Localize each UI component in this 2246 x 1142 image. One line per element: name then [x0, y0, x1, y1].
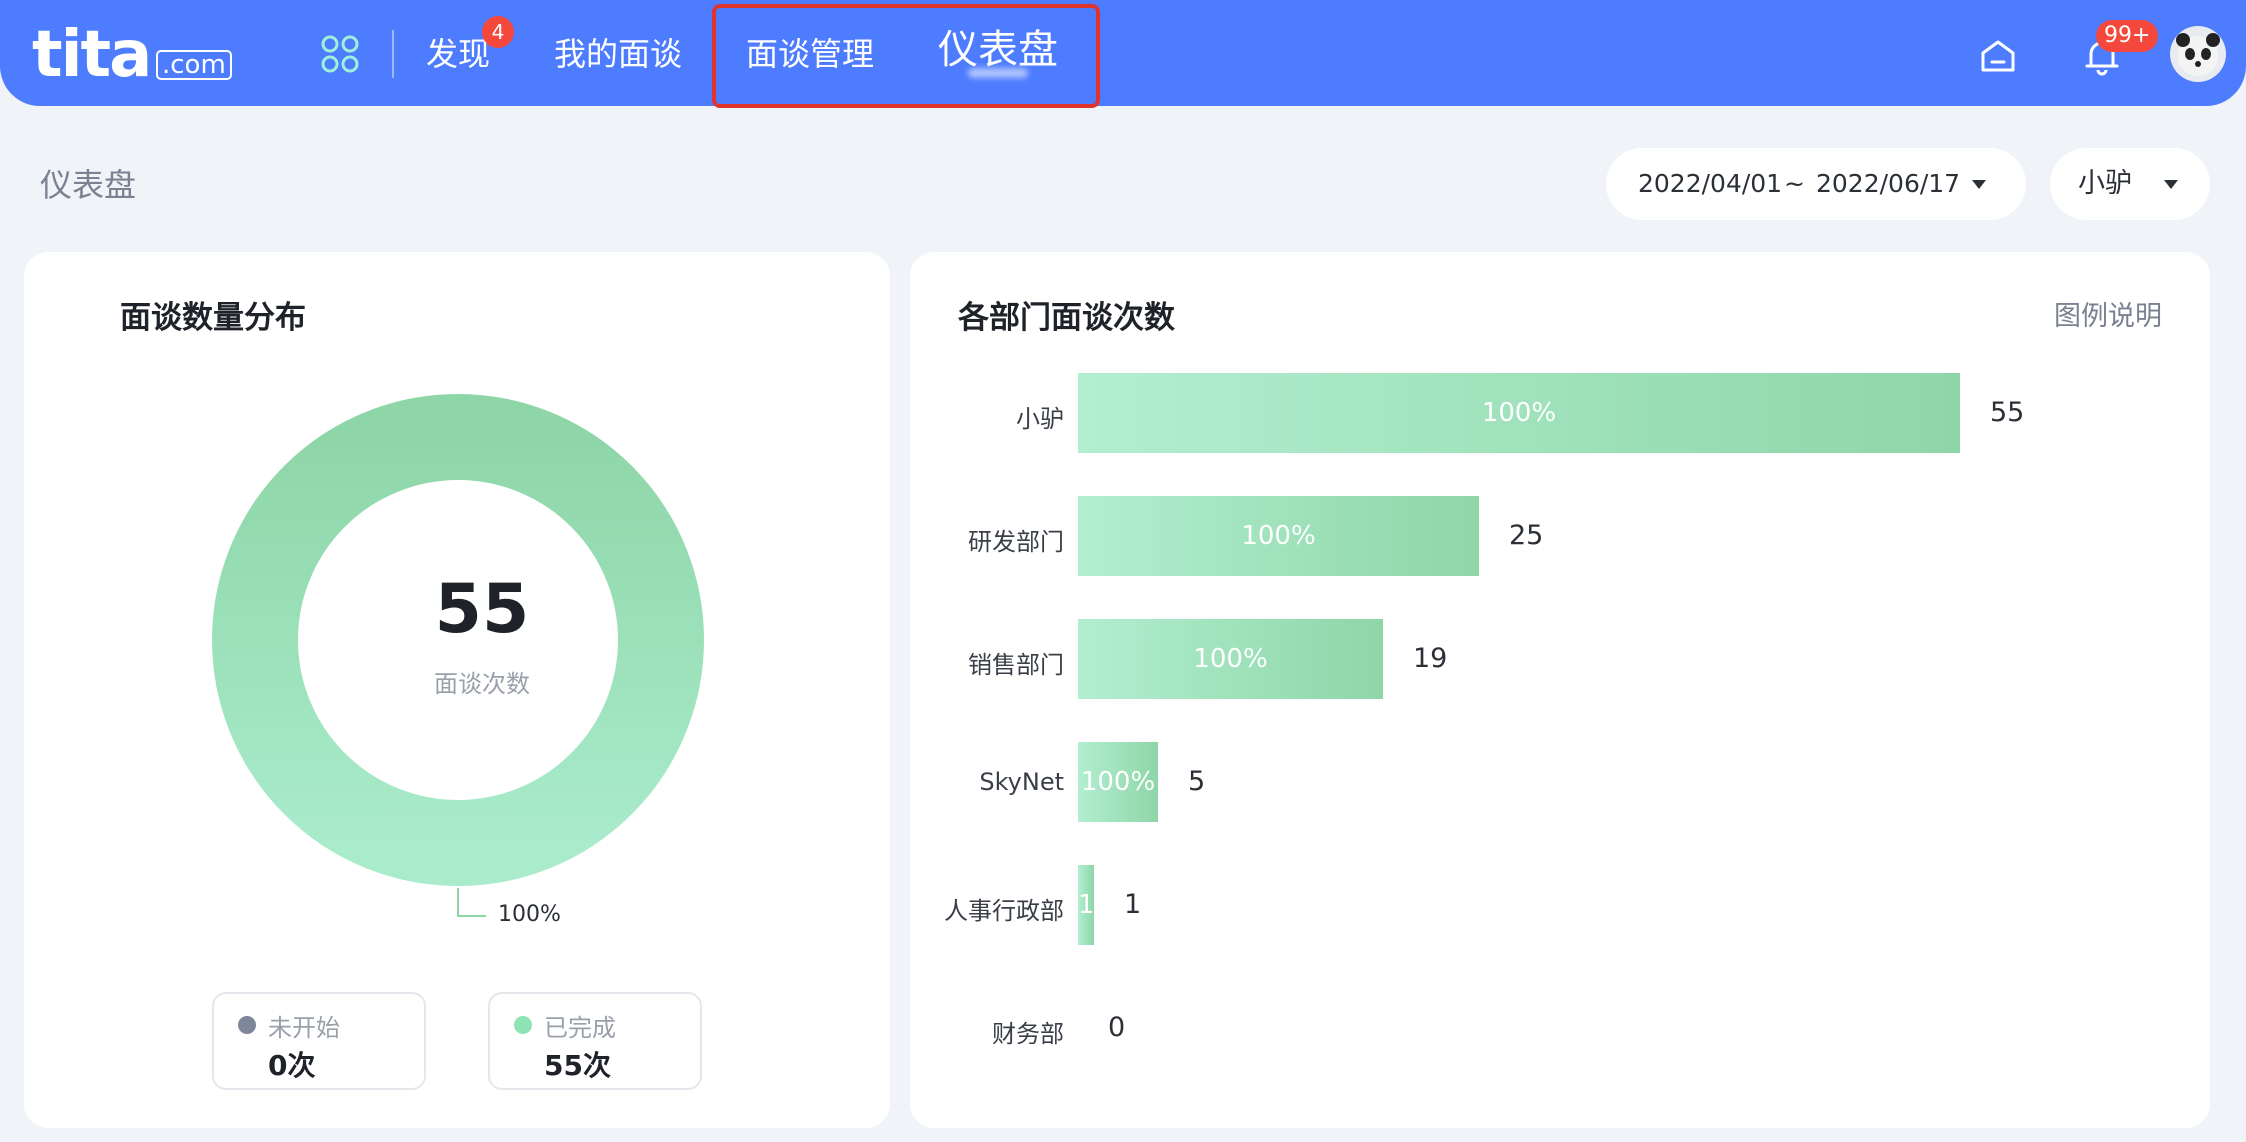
panda-avatar-icon [2176, 33, 2220, 76]
home-icon[interactable] [1978, 36, 2018, 76]
tita-logo[interactable]: tita .com [32, 18, 232, 92]
logo-suffix: .com [156, 50, 232, 80]
bar-category-label: SkyNet [979, 768, 1064, 796]
bar-4[interactable]: 100% [1078, 865, 1094, 945]
legend-dot-not-started [238, 1016, 256, 1034]
user-avatar[interactable] [2170, 26, 2226, 82]
department-bar-chart: 小驴 100% 55 研发部门 100% 25 销售部门 100% 19 SkyNet 100% 5 人… [910, 252, 2210, 1128]
bar-value-label: 0 [1108, 1012, 1126, 1043]
date-end: 2022/06/17 [1816, 169, 1961, 198]
bar-category-label: 财务部 [992, 1020, 1064, 1048]
stat-label: 未开始 [268, 1014, 340, 1042]
bar-value-label: 1 [1124, 889, 1142, 920]
donut-center-label: 面谈次数 [434, 670, 530, 698]
top-nav-bar: tita .com 发现 4 我的面谈 面谈管理 仪表盘 99+ [0, 0, 2246, 108]
bar-value-label: 5 [1188, 766, 1206, 797]
chevron-down-icon [2164, 180, 2178, 189]
nav-item-my-meetings[interactable]: 我的面谈 [554, 30, 682, 78]
bar-category-label: 人事行政部 [944, 897, 1064, 925]
date-separator: ~ [1784, 169, 1805, 198]
date-start: 2022/04/01 [1638, 169, 1783, 198]
logo-text: tita [32, 18, 152, 92]
stat-value: 0次 [268, 1049, 316, 1082]
bar-0[interactable]: 100% [1078, 373, 1960, 453]
bar-1[interactable]: 100% [1078, 496, 1479, 576]
nav-divider [392, 30, 394, 78]
notification-badge: 99+ [2096, 20, 2159, 52]
bar-3[interactable]: 100% [1078, 742, 1158, 822]
nav-item-discover[interactable]: 发现 [426, 30, 490, 78]
stat-completed[interactable]: 已完成 55次 [488, 992, 702, 1090]
user-filter-value: 小驴 [2078, 168, 2132, 199]
apps-grid-icon[interactable] [320, 34, 360, 74]
page-title: 仪表盘 [40, 166, 137, 204]
donut-center-value: 55 [434, 570, 530, 649]
slice-percent-label: 100% [498, 902, 561, 927]
chevron-down-icon [1972, 180, 1986, 189]
discover-badge: 4 [482, 16, 514, 48]
slice-leader-line [457, 888, 486, 917]
bar-category-label: 销售部门 [968, 651, 1064, 679]
stat-value: 55次 [544, 1049, 611, 1082]
bar-2[interactable]: 100% [1078, 619, 1383, 699]
meeting-distribution-card: 面谈数量分布 55 面谈次数 100% 未开始 0次 已完成 55次 [24, 252, 890, 1128]
stat-label: 已完成 [544, 1014, 616, 1042]
bar-value-label: 55 [1990, 397, 2025, 428]
bar-value-label: 19 [1413, 643, 1448, 674]
bar-category-label: 研发部门 [968, 528, 1064, 556]
department-meetings-card: 各部门面谈次数 图例说明 小驴 100% 55 研发部门 100% 25 销售部门 100% 1… [910, 252, 2210, 1128]
date-range-picker[interactable]: 2022/04/01 ~ 2022/06/17 [1606, 148, 2026, 220]
annotation-highlight-box [712, 4, 1100, 108]
stat-not-started[interactable]: 未开始 0次 [212, 992, 426, 1090]
bar-category-label: 小驴 [1016, 405, 1064, 433]
user-filter-select[interactable]: 小驴 [2050, 148, 2210, 220]
legend-dot-completed [514, 1016, 532, 1034]
bar-value-label: 25 [1509, 520, 1544, 551]
